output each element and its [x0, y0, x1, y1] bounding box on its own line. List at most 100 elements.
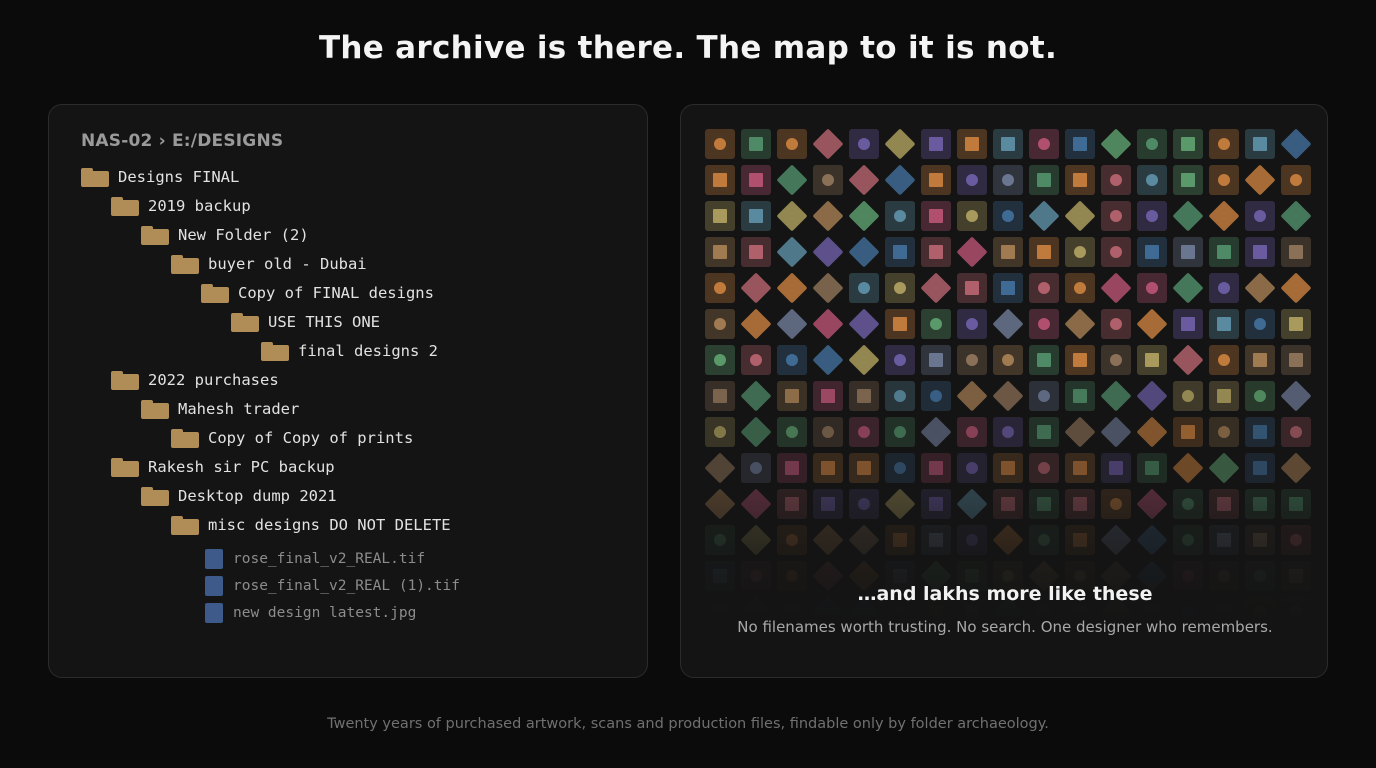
folder-item[interactable]: Copy of FINAL designs: [201, 281, 434, 305]
artwork-thumbnail: [1065, 345, 1095, 375]
artwork-thumbnail: [1064, 416, 1096, 448]
artwork-thumbnail: [885, 273, 915, 303]
folder-label: Copy of FINAL designs: [238, 284, 434, 302]
artwork-thumbnail: [848, 236, 880, 268]
artwork-thumbnail: [993, 453, 1023, 483]
artwork-thumbnail: [1280, 272, 1312, 304]
artwork-thumbnail: [849, 417, 879, 447]
artwork-thumbnail: [1208, 452, 1240, 484]
folder-item[interactable]: buyer old - Dubai: [171, 252, 367, 276]
artwork-thumbnail: [885, 453, 915, 483]
file-label: rose_final_v2_REAL.tif: [233, 551, 426, 567]
artwork-thumbnail: [741, 345, 771, 375]
artwork-thumbnail: [705, 273, 735, 303]
artwork-thumbnail: [1173, 237, 1203, 267]
folder-label: Designs FINAL: [118, 168, 240, 186]
folder-item[interactable]: 2019 backup: [111, 194, 251, 218]
artwork-thumbnail: [849, 273, 879, 303]
folder-item[interactable]: Mahesh trader: [141, 397, 299, 421]
artwork-thumbnail: [813, 453, 843, 483]
artwork-thumbnail: [1029, 345, 1059, 375]
artwork-thumbnail: [705, 201, 735, 231]
folder-item[interactable]: misc designs DO NOT DELETE: [171, 513, 451, 537]
artwork-thumbnail: [921, 129, 951, 159]
artwork-thumbnail: [1172, 344, 1204, 376]
artwork-thumbnail: [1281, 165, 1311, 195]
artwork-thumbnail: [993, 273, 1023, 303]
folder-item[interactable]: final designs 2: [261, 339, 438, 363]
artwork-thumbnail: [776, 164, 808, 196]
artwork-thumbnail: [1173, 417, 1203, 447]
artwork-thumbnail: [993, 417, 1023, 447]
artwork-thumbnail: [1029, 129, 1059, 159]
artwork-thumbnail: [921, 309, 951, 339]
artwork-thumbnail: [884, 164, 916, 196]
artwork-thumbnail: [812, 272, 844, 304]
folder-item[interactable]: New Folder (2): [141, 223, 309, 247]
artwork-thumbnail: [812, 236, 844, 268]
artwork-thumbnail: [1209, 309, 1239, 339]
artwork-thumbnail: [741, 201, 771, 231]
folder-item[interactable]: USE THIS ONE: [231, 310, 380, 334]
folder-item[interactable]: Rakesh sir PC backup: [111, 455, 335, 479]
folder-icon: [111, 196, 139, 216]
artwork-thumbnail: [741, 129, 771, 159]
artwork-thumbnail: [1209, 345, 1239, 375]
artwork-thumbnail: [885, 381, 915, 411]
artwork-thumbnail: [957, 273, 987, 303]
artwork-thumbnail: [885, 417, 915, 447]
folder-item[interactable]: Designs FINAL: [81, 165, 239, 189]
artwork-thumbnail: [921, 381, 951, 411]
file-item[interactable]: rose_final_v2_REAL.tif: [205, 547, 425, 571]
artwork-thumbnail: [776, 272, 808, 304]
artwork-thumbnail: [1100, 380, 1132, 412]
artwork-thumbnail: [921, 345, 951, 375]
artwork-thumbnail: [1281, 417, 1311, 447]
folder-item[interactable]: Copy of Copy of prints: [171, 426, 413, 450]
folder-icon: [111, 370, 139, 390]
artwork-thumbnail: [1209, 273, 1239, 303]
artwork-thumbnail: [812, 344, 844, 376]
artwork-thumbnail: [1281, 237, 1311, 267]
folder-item[interactable]: 2022 purchases: [111, 368, 279, 392]
artwork-thumbnail: [1280, 380, 1312, 412]
folder-icon: [171, 254, 199, 274]
artwork-thumbnail: [1172, 452, 1204, 484]
folder-icon: [171, 515, 199, 535]
artwork-thumbnail: [1173, 309, 1203, 339]
artwork-thumbnail: [1029, 165, 1059, 195]
artwork-thumbnail: [740, 416, 772, 448]
file-item[interactable]: new design latest.jpg: [205, 601, 416, 625]
artwork-thumbnail: [705, 417, 735, 447]
artwork-thumbnail: [704, 452, 736, 484]
artwork-thumbnail: [812, 200, 844, 232]
folder-label: New Folder (2): [178, 226, 309, 244]
artwork-thumbnail: [1101, 201, 1131, 231]
artwork-thumbnail: [885, 237, 915, 267]
artwork-thumbnail: [1101, 345, 1131, 375]
artwork-thumbnail: [920, 416, 952, 448]
folder-label: Desktop dump 2021: [178, 487, 337, 505]
artwork-thumbnail: [777, 417, 807, 447]
file-item[interactable]: rose_final_v2_REAL (1).tif: [205, 574, 460, 598]
folder-item[interactable]: Desktop dump 2021: [141, 484, 337, 508]
artwork-thumbnail: [1280, 128, 1312, 160]
artwork-thumbnail: [993, 129, 1023, 159]
artwork-thumbnail: [848, 164, 880, 196]
artwork-thumbnail: [1245, 417, 1275, 447]
artwork-thumbnail: [1065, 453, 1095, 483]
artwork-thumbnail: [1101, 309, 1131, 339]
artwork-thumbnail: [1029, 453, 1059, 483]
artwork-thumbnail: [1281, 345, 1311, 375]
artwork-thumbnail: [705, 165, 735, 195]
artwork-thumbnail: [848, 308, 880, 340]
headline: The archive is there. The map to it is n…: [318, 30, 1058, 66]
image-file-icon: [205, 549, 223, 569]
folder-label: Copy of Copy of prints: [208, 429, 414, 447]
artwork-thumbnail: [992, 308, 1024, 340]
artwork-thumbnail: [1173, 129, 1203, 159]
artwork-thumbnail: [848, 200, 880, 232]
artwork-thumbnail: [705, 237, 735, 267]
artwork-thumbnail: [849, 453, 879, 483]
artwork-thumbnail: [957, 201, 987, 231]
